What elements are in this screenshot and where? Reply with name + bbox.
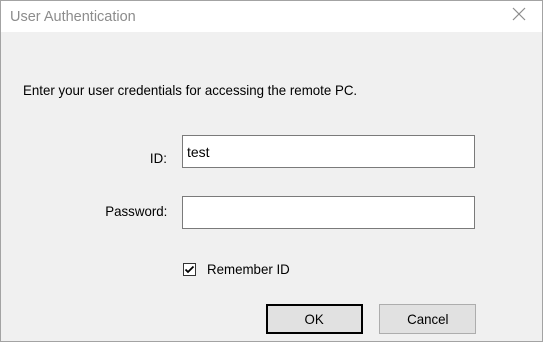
ok-button-label: OK: [304, 311, 325, 327]
instruction-text: Enter your user credentials for accessin…: [23, 82, 358, 98]
remember-id-checkbox-row[interactable]: Remember ID: [183, 260, 294, 278]
password-label: Password:: [104, 203, 167, 219]
password-input[interactable]: [182, 196, 475, 229]
cancel-button[interactable]: Cancel: [379, 304, 476, 334]
checkmark-icon: [184, 265, 195, 273]
cancel-button-label: Cancel: [406, 311, 449, 327]
ok-button[interactable]: OK: [266, 304, 363, 334]
close-button[interactable]: [496, 1, 542, 32]
title-bar[interactable]: User Authentication: [1, 1, 542, 32]
close-icon: [511, 6, 527, 27]
user-authentication-dialog: User Authentication Enter your user cred…: [0, 0, 543, 342]
remember-id-checkbox[interactable]: [183, 262, 196, 276]
id-label: ID:: [150, 150, 167, 166]
window-title: User Authentication: [10, 9, 136, 25]
remember-id-label[interactable]: Remember ID: [207, 261, 290, 277]
dialog-body: Enter your user credentials for accessin…: [1, 32, 542, 341]
id-input[interactable]: [182, 135, 475, 168]
